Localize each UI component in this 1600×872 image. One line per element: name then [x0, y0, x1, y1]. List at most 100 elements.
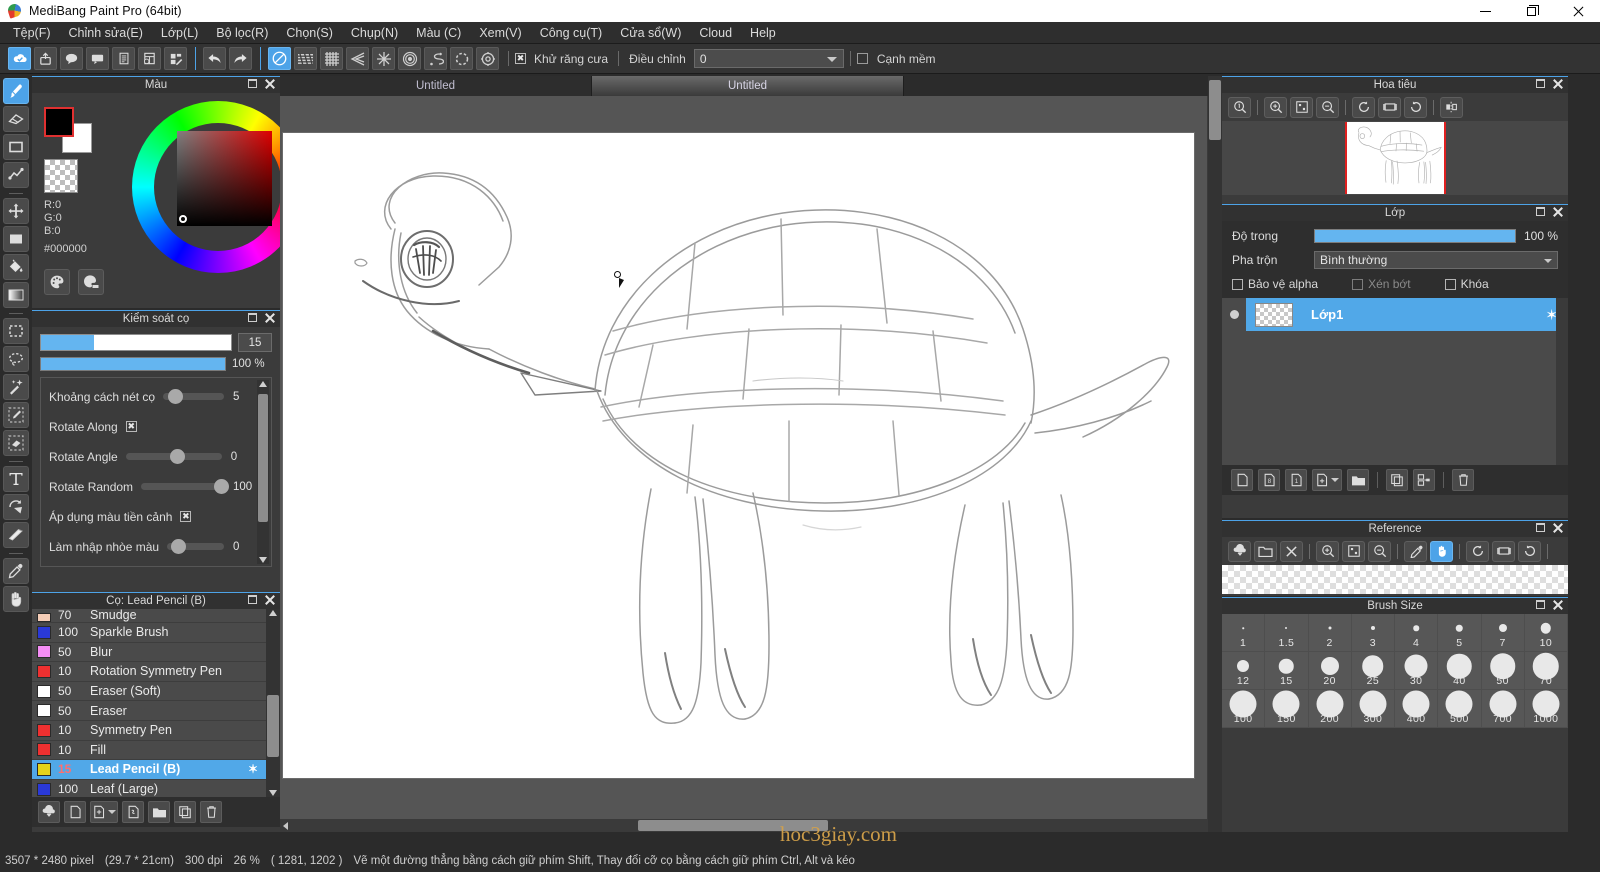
brush-row[interactable]: 50 Blur [32, 643, 280, 663]
brush-list-scrollbar[interactable] [266, 609, 280, 797]
scrollbar-thumb[interactable] [638, 820, 828, 831]
palette-button[interactable] [44, 269, 70, 295]
parallel-ruler-button[interactable] [294, 47, 317, 70]
scroll-up-icon[interactable] [259, 381, 267, 387]
canvas-horizontal-scrollbar[interactable] [280, 819, 1220, 832]
scrollbar-thumb[interactable] [1209, 80, 1221, 140]
concentric-ruler-button[interactable] [398, 47, 421, 70]
param-checkbox[interactable]: ✖ [126, 421, 137, 432]
palette-add-button[interactable] [78, 269, 104, 295]
ruler-settings-button[interactable] [476, 47, 499, 70]
new-folder-button[interactable] [1347, 469, 1369, 491]
brush-size-cell[interactable]: 70 [1525, 652, 1568, 690]
scroll-up-icon[interactable] [269, 610, 277, 616]
brush-size-cell[interactable]: 25 [1352, 652, 1395, 690]
menu-capture[interactable]: Chụp(N) [342, 23, 407, 43]
float-panel-icon[interactable] [1536, 79, 1545, 88]
zoom-actual-button[interactable] [1228, 97, 1251, 118]
layer-visibility-toggle[interactable] [1222, 298, 1246, 331]
document-tab-2-active[interactable]: Untitled [592, 76, 904, 96]
brush-row-selected[interactable]: 15 Lead Pencil (B) ✶ [32, 760, 280, 780]
brush-row[interactable]: 70 Smudge [32, 609, 280, 623]
brush-size-cell[interactable]: 2 [1309, 614, 1352, 652]
scrollbar-thumb[interactable] [258, 394, 268, 522]
scrollbar-thumb[interactable] [267, 695, 279, 757]
layer-blend-dropdown[interactable]: Bình thường [1314, 251, 1558, 269]
brush-param-scrollbar[interactable] [257, 380, 269, 564]
foreground-color-swatch[interactable] [44, 107, 74, 137]
brush-size-value[interactable]: 15 [238, 333, 272, 352]
brush-size-cell[interactable]: 5 [1438, 614, 1481, 652]
scroll-down-icon[interactable] [269, 790, 277, 796]
param-apply-foreground-color[interactable]: Áp dụng màu tiền cảnh ✖ [49, 505, 255, 528]
chat-bubble-button[interactable] [86, 47, 109, 70]
brush-row[interactable]: 100 Leaf (Large) [32, 780, 280, 797]
add-layer-button[interactable] [1231, 469, 1253, 491]
brush-settings-gear-icon[interactable]: ✶ [248, 762, 258, 776]
zoom-in-button[interactable] [1264, 97, 1287, 118]
comment-cloud-button[interactable] [60, 47, 83, 70]
brush-download-button[interactable] [38, 801, 60, 823]
param-brush-spacing[interactable]: Khoảng cách nét cọ 5 [49, 385, 255, 408]
radial-ruler-button[interactable] [372, 47, 395, 70]
zoom-out-button[interactable] [1316, 97, 1339, 118]
param-slider[interactable] [141, 483, 224, 490]
brush-size-cell[interactable]: 150 [1265, 690, 1308, 728]
brush-add-dropdown-button[interactable] [90, 801, 118, 823]
brush-size-cell[interactable]: 40 [1438, 652, 1481, 690]
shape-tool-button[interactable] [3, 134, 29, 160]
float-panel-icon[interactable] [1536, 600, 1545, 609]
menu-file[interactable]: Tệp(F) [4, 23, 60, 43]
brush-size-cell[interactable]: 3 [1352, 614, 1395, 652]
layer-opacity-slider[interactable] [1314, 229, 1516, 243]
lasso-select-tool-button[interactable] [3, 346, 29, 372]
merge-layer-button[interactable] [1413, 469, 1435, 491]
brush-row[interactable]: 100 Sparkle Brush [32, 623, 280, 643]
rotate-left-button[interactable] [1352, 97, 1375, 118]
transform-tool-button[interactable] [3, 494, 29, 520]
brush-size-cell[interactable]: 1000 [1525, 690, 1568, 728]
document-tab-1[interactable]: Untitled [280, 76, 592, 96]
gradient-tool-button[interactable] [3, 282, 29, 308]
menu-layer[interactable]: Lớp(L) [152, 23, 207, 43]
brush-size-cell[interactable]: 30 [1395, 652, 1438, 690]
param-rotate-along[interactable]: Rotate Along ✖ [49, 415, 255, 438]
float-panel-icon[interactable] [248, 313, 257, 322]
brush-tool-button[interactable] [3, 78, 29, 104]
curve-ruler-button[interactable] [424, 47, 447, 70]
select-eraser-tool-button[interactable] [3, 430, 29, 456]
add-1bit-layer-button[interactable]: 1 [1285, 469, 1307, 491]
brush-size-cell[interactable]: 4 [1395, 614, 1438, 652]
brush-size-cell[interactable]: 500 [1438, 690, 1481, 728]
brush-new-button[interactable] [64, 801, 86, 823]
menu-select[interactable]: Chọn(S) [277, 23, 342, 43]
fit-screen-button[interactable] [1290, 97, 1313, 118]
maximize-button[interactable] [1508, 0, 1554, 22]
soft-edge-checkbox[interactable] [857, 53, 868, 64]
antialias-checkbox[interactable]: ✖ [515, 53, 526, 64]
flip-horizontal-button[interactable] [1440, 97, 1463, 118]
fill-rect-tool-button[interactable] [3, 226, 29, 252]
sv-marker[interactable] [179, 215, 187, 223]
menu-filter[interactable]: Bộ lọc(R) [207, 23, 277, 43]
add-8bit-layer-button[interactable]: 8 [1258, 469, 1280, 491]
menu-edit[interactable]: Chỉnh sửa(E) [60, 23, 152, 43]
brush-size-cell[interactable]: 7 [1482, 614, 1525, 652]
brush-size-cell[interactable]: 100 [1222, 690, 1265, 728]
close-panel-icon[interactable] [265, 595, 275, 605]
brush-size-cell[interactable]: 10 [1525, 614, 1568, 652]
close-panel-icon[interactable] [1553, 600, 1563, 610]
reference-preview[interactable] [1222, 565, 1568, 594]
brush-opacity-slider[interactable] [40, 357, 226, 371]
brush-folder-button[interactable] [148, 801, 170, 823]
curve-tool-button[interactable] [3, 162, 29, 188]
select-rect-tool-button[interactable] [3, 318, 29, 344]
transparent-color-swatch[interactable] [44, 159, 78, 193]
document-button[interactable] [112, 47, 135, 70]
dock-scrollbar[interactable] [1208, 76, 1222, 832]
brush-size-cell[interactable]: 12 [1222, 652, 1265, 690]
rotate-reset-button[interactable] [1378, 97, 1401, 118]
close-panel-icon[interactable] [265, 79, 275, 89]
float-panel-icon[interactable] [1536, 523, 1545, 532]
close-button[interactable] [1554, 0, 1600, 22]
